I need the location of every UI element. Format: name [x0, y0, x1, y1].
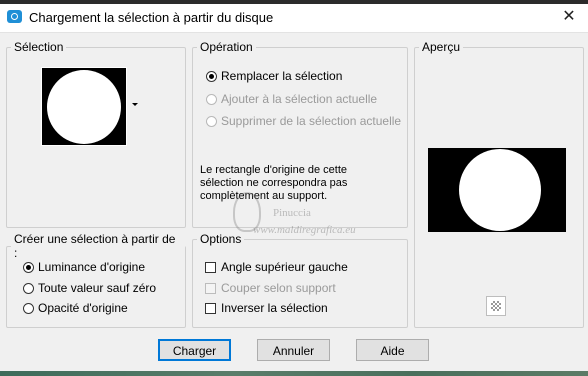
close-button[interactable]: ✕	[560, 8, 578, 26]
checkbox-crop-to-canvas[interactable]: Couper selon support	[205, 281, 336, 295]
checkbox[interactable]	[205, 282, 216, 294]
checkbox-label: Couper selon support	[221, 281, 336, 295]
radio-button[interactable]	[23, 282, 34, 294]
help-button[interactable]: Aide	[356, 339, 429, 361]
radio-label: Toute valeur sauf zéro	[38, 281, 157, 295]
create-selection-legend: Créer une sélection à partir de :	[14, 232, 176, 260]
checkerboard-icon	[491, 301, 501, 311]
selection-thumbnail[interactable]	[41, 67, 127, 146]
preview-image	[428, 148, 566, 232]
window-title: Chargement la sélection à partir du disq…	[29, 10, 274, 25]
radio-button[interactable]	[23, 302, 34, 314]
radio-button[interactable]	[206, 93, 217, 105]
checkbox[interactable]	[205, 261, 216, 273]
radio-button[interactable]	[206, 70, 217, 82]
selection-legend: Sélection	[14, 40, 64, 54]
checkbox-label: Angle supérieur gauche	[221, 260, 348, 274]
checkbox-label: Inverser la sélection	[221, 301, 328, 315]
background-strip-bottom	[0, 371, 588, 376]
transparency-toggle-button[interactable]	[486, 296, 506, 316]
radio-button[interactable]	[23, 261, 34, 273]
radio-label: Supprimer de la sélection actuelle	[221, 114, 402, 128]
radio-add-selection[interactable]: Ajouter à la sélection actuelle	[206, 92, 377, 106]
selection-circle	[47, 70, 121, 144]
radio-source-opacity[interactable]: Opacité d'origine	[23, 301, 128, 315]
radio-label: Luminance d'origine	[38, 260, 146, 274]
radio-label: Remplacer la sélection	[221, 69, 343, 83]
operation-legend: Opération	[200, 40, 253, 54]
watermark-name: Pinuccia	[273, 207, 311, 219]
radio-source-luminance[interactable]: Luminance d'origine	[23, 260, 145, 274]
watermark: Pinuccia www.maldiregrafica.eu	[233, 190, 423, 240]
radio-button[interactable]	[206, 115, 217, 127]
checkbox-top-left-corner[interactable]: Angle supérieur gauche	[205, 260, 348, 274]
checkbox-invert-selection[interactable]: Inverser la sélection	[205, 301, 328, 315]
radio-label: Opacité d'origine	[38, 301, 128, 315]
radio-any-nonzero[interactable]: Toute valeur sauf zéro	[23, 281, 156, 295]
chevron-down-icon[interactable]	[132, 103, 138, 106]
radio-subtract-selection[interactable]: Supprimer de la sélection actuelle	[206, 114, 401, 128]
cancel-button[interactable]: Annuler	[257, 339, 330, 361]
radio-replace-selection[interactable]: Remplacer la sélection	[206, 69, 342, 83]
load-button[interactable]: Charger	[158, 339, 231, 361]
camera-icon	[7, 10, 22, 23]
title-bar: Chargement la sélection à partir du disq…	[0, 4, 588, 33]
preview-legend: Aperçu	[422, 40, 461, 54]
checkbox[interactable]	[205, 302, 216, 314]
radio-label: Ajouter à la sélection actuelle	[221, 92, 378, 106]
watermark-url: www.maldiregrafica.eu	[253, 224, 356, 236]
preview-circle	[459, 149, 541, 231]
